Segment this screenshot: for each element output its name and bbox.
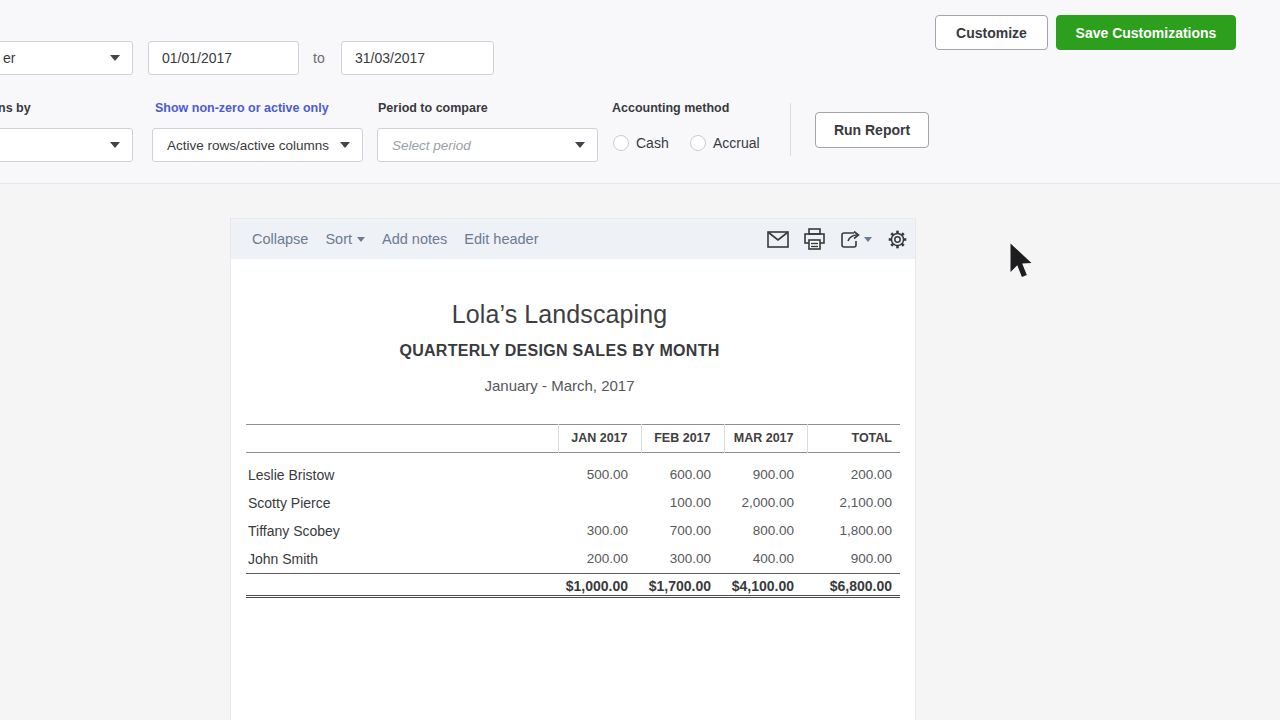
radio-circle (613, 135, 629, 151)
date-from-value: 01/01/2017 (162, 50, 232, 66)
report-card: Collapse Sort Add notes Edit header (230, 218, 916, 720)
row-name: John Smith (246, 545, 558, 574)
total-cell: $1,700.00 (641, 574, 724, 598)
chevron-down-icon (864, 237, 872, 242)
select-period-dropdown[interactable]: Select period (377, 128, 598, 162)
cell: 2,100.00 (807, 489, 900, 517)
cash-radio[interactable]: Cash (613, 135, 669, 151)
row-name: Scotty Pierce (246, 489, 558, 517)
chevron-down-icon (340, 142, 350, 148)
edit-header-link[interactable]: Edit header (464, 231, 538, 247)
collapse-link[interactable]: Collapse (252, 231, 308, 247)
total-cell: $6,800.00 (807, 574, 900, 598)
sort-dropdown[interactable]: Sort (325, 231, 365, 247)
divider (790, 103, 791, 156)
add-notes-link[interactable]: Add notes (382, 231, 447, 247)
row-name: Leslie Bristow (246, 453, 558, 490)
chevron-down-icon (110, 142, 120, 148)
col-header-mar: MAR 2017 (724, 425, 807, 453)
cell: 500.00 (558, 453, 641, 490)
select-period-placeholder: Select period (392, 138, 471, 153)
col-header-name (246, 425, 558, 453)
cell: 600.00 (641, 453, 724, 490)
save-customizations-button[interactable]: Save Customizations (1056, 15, 1236, 50)
date-to-value: 31/03/2017 (355, 50, 425, 66)
accounting-method-label: Accounting method (612, 101, 729, 115)
cell: 900.00 (724, 453, 807, 490)
company-name: Lola’s Landscaping (231, 300, 888, 329)
col-header-total: TOTAL (807, 425, 900, 453)
print-icon[interactable] (803, 228, 826, 251)
cell: 300.00 (641, 545, 724, 574)
export-icon[interactable] (840, 229, 872, 250)
customize-button[interactable]: Customize (935, 15, 1048, 50)
cell: 700.00 (641, 517, 724, 545)
cash-radio-label: Cash (636, 135, 669, 151)
date-range-to-label: to (313, 50, 325, 66)
cell: 2,000.00 (724, 489, 807, 517)
table-total-row: $1,000.00 $1,700.00 $4,100.00 $6,800.00 (246, 574, 900, 598)
table-row: Scotty Pierce 100.00 2,000.00 2,100.00 (246, 489, 900, 517)
total-cell: $4,100.00 (724, 574, 807, 598)
cell: 300.00 (558, 517, 641, 545)
cell: 400.00 (724, 545, 807, 574)
table-row: Tiffany Scobey 300.00 700.00 800.00 1,80… (246, 517, 900, 545)
date-to-input[interactable]: 31/03/2017 (341, 41, 494, 75)
columns-by-label: ns by (0, 101, 31, 115)
total-label (246, 574, 558, 598)
col-header-feb: FEB 2017 (641, 425, 724, 453)
mouse-cursor (1009, 243, 1035, 285)
table-row: John Smith 200.00 300.00 400.00 900.00 (246, 545, 900, 574)
chevron-down-icon (110, 55, 120, 61)
chevron-down-icon (575, 142, 585, 148)
date-from-input[interactable]: 01/01/2017 (148, 41, 299, 75)
cell: 200.00 (807, 453, 900, 490)
cell: 100.00 (641, 489, 724, 517)
mail-icon[interactable] (767, 231, 789, 248)
chevron-down-icon (357, 237, 365, 242)
show-nonzero-link[interactable]: Show non-zero or active only (155, 101, 329, 115)
report-table: JAN 2017 FEB 2017 MAR 2017 TOTAL Leslie … (246, 424, 900, 597)
total-cell: $1,000.00 (558, 574, 641, 598)
settings-icon[interactable] (886, 228, 909, 251)
col-header-jan: JAN 2017 (558, 425, 641, 453)
table-row: Leslie Bristow 500.00 600.00 900.00 200.… (246, 453, 900, 490)
period-to-compare-label: Period to compare (378, 101, 488, 115)
report-period-dropdown[interactable]: er (0, 41, 133, 75)
filter-bar: er 01/01/2017 to 31/03/2017 Customize Sa… (0, 0, 1280, 184)
cell: 1,800.00 (807, 517, 900, 545)
run-report-button[interactable]: Run Report (815, 112, 929, 148)
report-title: QUARTERLY DESIGN SALES BY MONTH (231, 342, 888, 360)
cell: 800.00 (724, 517, 807, 545)
radio-circle (690, 135, 706, 151)
columns-by-dropdown[interactable] (0, 128, 133, 162)
cell: 200.00 (558, 545, 641, 574)
active-rows-value: Active rows/active columns (167, 138, 329, 153)
active-rows-dropdown[interactable]: Active rows/active columns (152, 128, 363, 162)
table-bottom-double-line (246, 595, 900, 598)
row-name: Tiffany Scobey (246, 517, 558, 545)
report-period-value: er (3, 50, 15, 66)
cell (558, 489, 641, 517)
report-period: January - March, 2017 (231, 377, 888, 394)
accrual-radio-label: Accrual (713, 135, 760, 151)
table-header-row: JAN 2017 FEB 2017 MAR 2017 TOTAL (246, 425, 900, 453)
cell: 900.00 (807, 545, 900, 574)
accrual-radio[interactable]: Accrual (690, 135, 760, 151)
report-toolbar: Collapse Sort Add notes Edit header (231, 219, 915, 259)
